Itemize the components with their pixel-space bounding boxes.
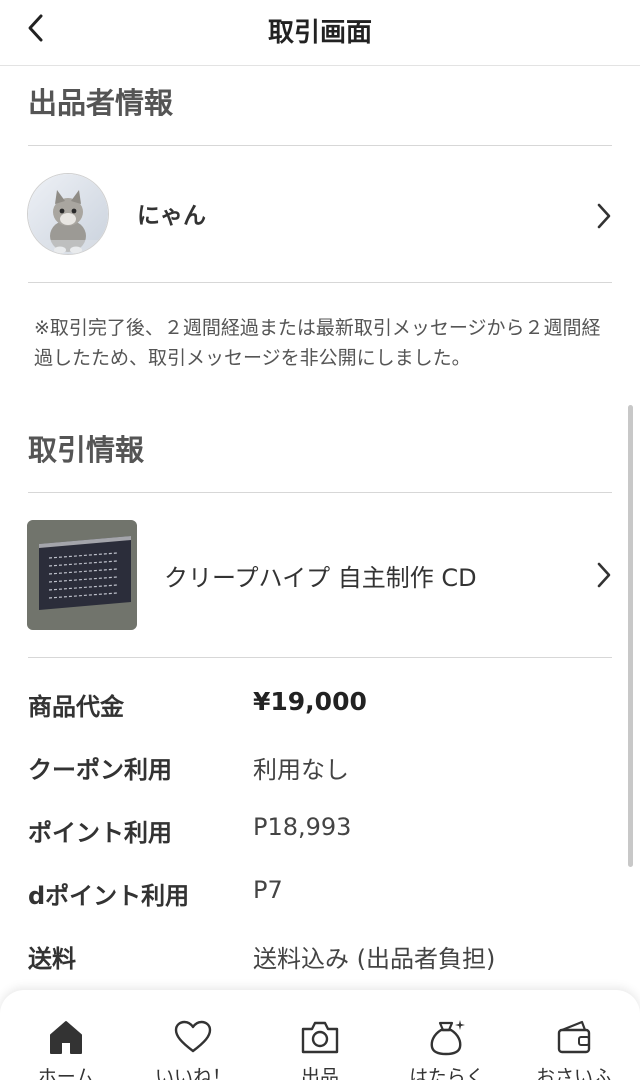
bottom-nav: ホーム いいね！ 出品 はたらく おさいふ <box>0 990 640 1080</box>
info-label: 送料 <box>28 945 76 973</box>
divider <box>28 657 612 658</box>
app-header: 取引画面 <box>0 0 640 66</box>
info-row-coupon: クーポン利用 利用なし <box>0 744 640 784</box>
chevron-right-icon <box>597 562 611 588</box>
info-row-d-points: dポイント利用 P7 <box>0 870 640 910</box>
wallet-icon <box>557 1020 591 1054</box>
money-bag-icon <box>430 1020 465 1056</box>
nav-label: おさいふ <box>535 1066 612 1080</box>
nav-label: ホーム <box>37 1066 95 1080</box>
info-value: P7 <box>253 876 283 904</box>
scrollbar[interactable] <box>628 405 633 867</box>
info-row-points: ポイント利用 P18,993 <box>0 807 640 847</box>
nav-work[interactable]: はたらく <box>383 990 511 1080</box>
info-row-shipping: 送料 送料込み (出品者負担) <box>0 933 640 973</box>
trade-section-title: 取引情報 <box>28 433 145 467</box>
nav-label: はたらく <box>409 1066 485 1080</box>
chevron-right-icon <box>597 203 611 229</box>
divider <box>28 282 612 283</box>
seller-name: にゃん <box>137 203 206 229</box>
item-thumbnail <box>27 520 137 630</box>
info-value: 送料込み (出品者負担) <box>253 945 496 973</box>
home-icon <box>50 1021 82 1054</box>
nav-wallet[interactable]: おさいふ <box>510 990 638 1080</box>
heart-icon <box>174 1020 212 1053</box>
item-row[interactable]: クリープハイプ 自主制作 CD <box>0 493 640 657</box>
info-value: P18,993 <box>253 813 352 841</box>
trade-message-notice: ※取引完了後、２週間経過または最新取引メッセージから２週間経過したため、取引メッ… <box>34 317 601 369</box>
info-value: 利用なし <box>253 756 349 784</box>
nav-label: 出品 <box>300 1066 339 1080</box>
seller-row[interactable]: にゃん <box>0 146 640 282</box>
info-label: dポイント利用 <box>28 882 190 910</box>
seller-section-title: 出品者情報 <box>28 86 174 120</box>
item-name: クリープハイプ 自主制作 CD <box>164 564 477 592</box>
info-label: ポイント利用 <box>28 819 172 847</box>
page-title: 取引画面 <box>267 18 372 48</box>
nav-likes[interactable]: いいね！ <box>129 990 257 1080</box>
seller-avatar <box>27 173 109 255</box>
info-label: 商品代金 <box>28 693 124 721</box>
nav-label: いいね！ <box>154 1066 231 1080</box>
nav-sell[interactable]: 出品 <box>256 990 384 1080</box>
camera-icon <box>301 1021 339 1054</box>
nav-home[interactable]: ホーム <box>2 990 130 1080</box>
info-label: クーポン利用 <box>28 756 172 784</box>
info-value: ¥19,000 <box>253 687 367 716</box>
info-row-item-price: 商品代金 ¥19,000 <box>0 681 640 721</box>
